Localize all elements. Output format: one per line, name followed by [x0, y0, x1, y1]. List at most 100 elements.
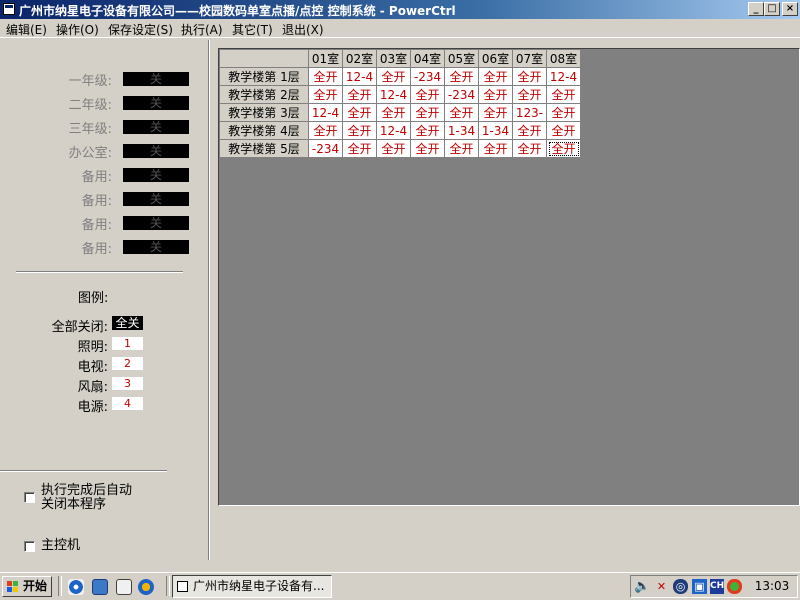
grid-cell[interactable]: 全开: [478, 139, 513, 158]
grid-cell[interactable]: 全开: [376, 67, 411, 86]
start-button[interactable]: 开始: [2, 576, 52, 597]
menu-separator: [0, 37, 800, 38]
grid-cell[interactable]: 全开: [342, 139, 377, 158]
input-language-icon[interactable]: CH: [710, 579, 724, 594]
row-header[interactable]: 教学楼第 3层: [219, 103, 309, 122]
auto-close-label-line2[interactable]: 关闭本程序: [41, 498, 106, 512]
grid-cell[interactable]: 全开: [308, 121, 343, 140]
row-header[interactable]: 教学楼第 2层: [219, 85, 309, 104]
menu-save-settings[interactable]: 保存设定(S): [108, 21, 173, 38]
legend-label: 照明:: [77, 340, 108, 355]
floor-status[interactable]: 关: [123, 144, 189, 158]
grid-cell[interactable]: 全开: [376, 103, 411, 122]
column-header[interactable]: 01室: [308, 49, 343, 68]
menu-exit[interactable]: 退出(X): [282, 21, 324, 38]
grid-cell[interactable]: 全开: [512, 139, 547, 158]
grid-cell[interactable]: 全开: [512, 85, 547, 104]
column-header[interactable]: 04室: [410, 49, 445, 68]
floor-status[interactable]: 关: [123, 120, 189, 134]
grid-cell[interactable]: 全开: [342, 103, 377, 122]
grid-cell[interactable]: 全开: [342, 85, 377, 104]
taskbar-divider: [166, 576, 170, 596]
grid-cell[interactable]: 全开: [308, 67, 343, 86]
row-header[interactable]: 教学楼第 1层: [219, 67, 309, 86]
grid-cell[interactable]: 全开: [342, 121, 377, 140]
menu-execute[interactable]: 执行(A): [181, 21, 223, 38]
volume-icon[interactable]: 🔈: [634, 579, 650, 594]
column-header[interactable]: 03室: [376, 49, 411, 68]
grid-cell[interactable]: 全开: [308, 85, 343, 104]
column-header[interactable]: 06室: [478, 49, 513, 68]
grid-cell[interactable]: 1-34: [478, 121, 513, 140]
outlook-icon[interactable]: [92, 579, 108, 595]
grid-cell[interactable]: 全开: [444, 103, 479, 122]
table-row: 教学楼第 2层 全开 全开 12-4 全开 -234 全开 全开 全开: [219, 85, 581, 104]
grid-cell[interactable]: -234: [410, 67, 445, 86]
grid-cell[interactable]: 12-4: [342, 67, 377, 86]
grid-cell[interactable]: 12-4: [546, 67, 581, 86]
floor-status[interactable]: 关: [123, 168, 189, 182]
grid-cell[interactable]: 全开: [478, 85, 513, 104]
grid-cell[interactable]: 123-: [512, 103, 547, 122]
grid-cell-selected[interactable]: 全开: [546, 139, 581, 158]
floor-status[interactable]: 关: [123, 216, 189, 230]
taskbar-window-button[interactable]: 广州市纳星电子设备有...: [172, 575, 332, 598]
floor-label: 二年级:: [68, 98, 112, 113]
column-header[interactable]: 08室: [546, 49, 581, 68]
grid-cell[interactable]: 全开: [478, 103, 513, 122]
floor-status[interactable]: 关: [123, 192, 189, 206]
menu-operate[interactable]: 操作(O): [56, 21, 99, 38]
clock[interactable]: 13:03: [752, 579, 792, 593]
row-header[interactable]: 教学楼第 4层: [219, 121, 309, 140]
grid-cell[interactable]: 全开: [410, 139, 445, 158]
grid-cell[interactable]: 1-34: [444, 121, 479, 140]
floor-status[interactable]: 关: [123, 96, 189, 110]
media-player-icon[interactable]: [138, 579, 154, 595]
floor-status[interactable]: 关: [123, 72, 189, 86]
column-header[interactable]: 07室: [512, 49, 547, 68]
maximize-button[interactable]: □: [764, 2, 780, 16]
grid-cell[interactable]: -234: [444, 85, 479, 104]
menu-edit[interactable]: 编辑(E): [6, 21, 47, 38]
master-label[interactable]: 主控机: [41, 539, 80, 553]
grid-cell[interactable]: -234: [308, 139, 343, 158]
taskbar-divider: [58, 576, 62, 596]
auto-close-checkbox[interactable]: [24, 492, 35, 503]
network-disconnected-icon[interactable]: ✕: [654, 579, 669, 594]
floor-status[interactable]: 关: [123, 240, 189, 254]
grid-cell[interactable]: 全开: [444, 139, 479, 158]
window-title: 广州市纳星电子设备有限公司——校园数码单室点播/点控 控制系统 - PowerC…: [19, 4, 456, 18]
auto-close-label-line1[interactable]: 执行完成后自动: [41, 484, 132, 498]
grid-cell[interactable]: 全开: [410, 121, 445, 140]
column-header[interactable]: 02室: [342, 49, 377, 68]
show-desktop-icon[interactable]: [116, 579, 132, 595]
panel-separator: [208, 40, 210, 560]
minimize-button[interactable]: _: [748, 2, 764, 16]
window-icon: [177, 581, 188, 592]
grid-cell[interactable]: 全开: [478, 67, 513, 86]
master-checkbox[interactable]: [24, 541, 35, 552]
grid-cell[interactable]: 全开: [546, 121, 581, 140]
grid-cell[interactable]: 12-4: [308, 103, 343, 122]
column-header[interactable]: 05室: [444, 49, 479, 68]
floor-label: 备用:: [81, 194, 112, 209]
tray-ime-icon[interactable]: [727, 579, 742, 594]
app-icon[interactable]: [3, 3, 15, 15]
grid-cell[interactable]: 全开: [410, 103, 445, 122]
grid-cell[interactable]: 全开: [410, 85, 445, 104]
menu-other[interactable]: 其它(T): [232, 21, 273, 38]
grid-cell[interactable]: 全开: [444, 67, 479, 86]
grid-cell[interactable]: 12-4: [376, 85, 411, 104]
grid-cell[interactable]: 12-4: [376, 121, 411, 140]
tray-app-icon[interactable]: ◎: [673, 579, 688, 594]
divider: [0, 470, 167, 472]
grid-cell[interactable]: 全开: [546, 85, 581, 104]
tray-monitor-icon[interactable]: ▣: [692, 579, 707, 594]
grid-cell[interactable]: 全开: [546, 103, 581, 122]
close-button[interactable]: ×: [782, 2, 798, 16]
row-header[interactable]: 教学楼第 5层: [219, 139, 309, 158]
internet-explorer-icon[interactable]: [68, 579, 84, 595]
grid-cell[interactable]: 全开: [512, 67, 547, 86]
grid-cell[interactable]: 全开: [376, 139, 411, 158]
grid-cell[interactable]: 全开: [512, 121, 547, 140]
